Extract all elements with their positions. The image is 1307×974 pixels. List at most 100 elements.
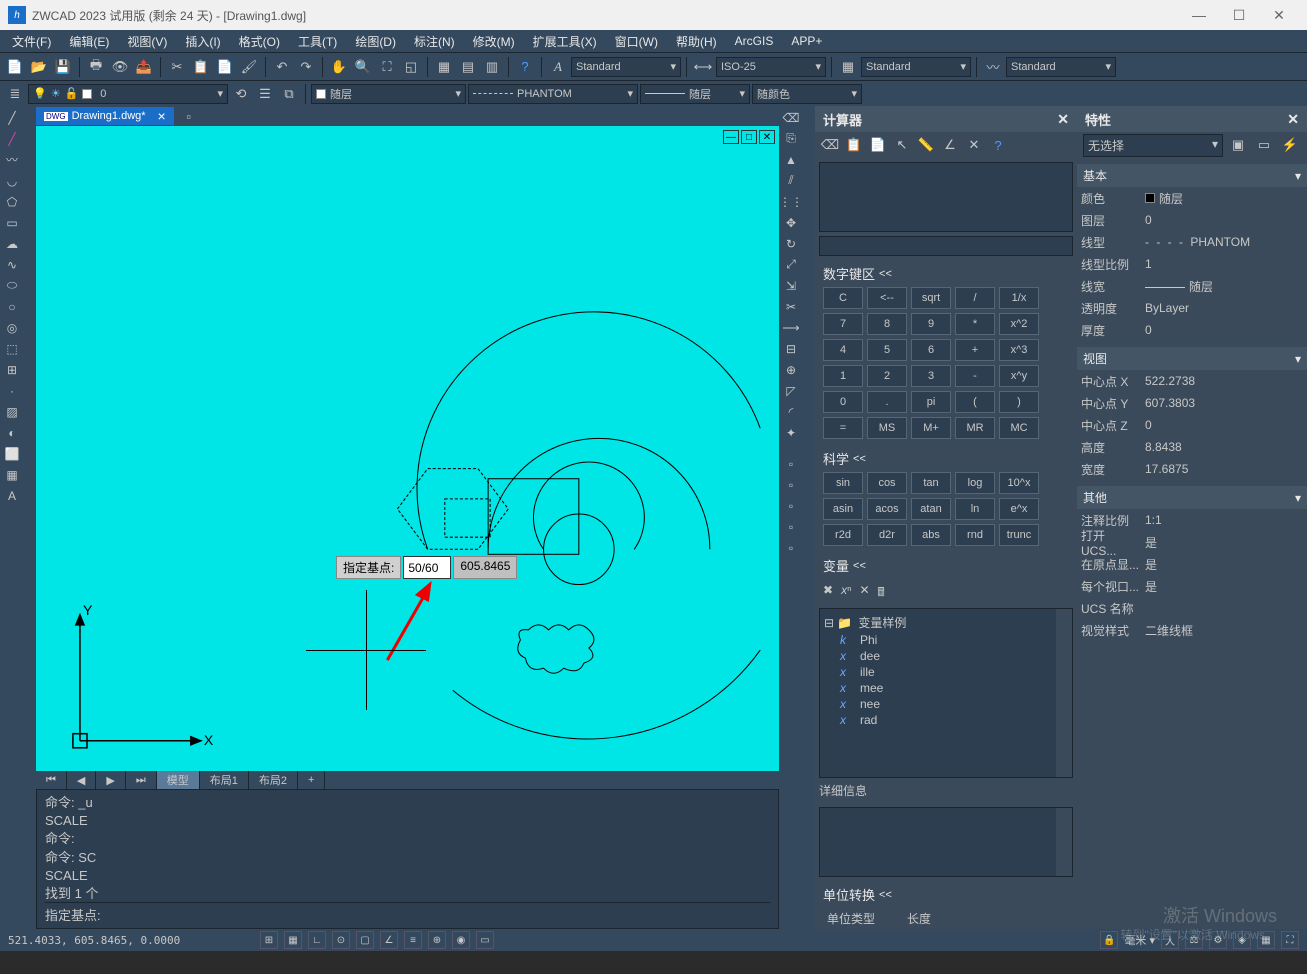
hatch-icon[interactable]: ▨ — [2, 402, 22, 421]
model-icon[interactable]: ▭ — [476, 931, 494, 949]
pan-icon[interactable]: ✋ — [328, 56, 350, 78]
key-1/x[interactable]: 1/x — [999, 287, 1039, 309]
props-header[interactable]: 特性 ✕ — [1077, 106, 1307, 132]
calc-help-icon[interactable]: ? — [987, 134, 1009, 156]
calc-getint-icon[interactable]: ✕ — [963, 134, 985, 156]
rect-icon[interactable]: ▭ — [2, 213, 22, 232]
selobj-icon[interactable]: ▭ — [1253, 134, 1275, 156]
cat-view[interactable]: 视图▾ — [1077, 347, 1307, 370]
point-icon[interactable]: · — [2, 381, 22, 400]
scikey-abs[interactable]: abs — [911, 524, 951, 546]
cut-icon[interactable]: ✂ — [166, 56, 188, 78]
var-tree[interactable]: ⊟ 📁变量样例 kPhixdeexillexmeexneexrad — [819, 608, 1073, 778]
tab-nav-next[interactable]: ▶ — [96, 771, 125, 789]
menu-file[interactable]: 文件(F) — [4, 31, 59, 52]
key-/[interactable]: / — [955, 287, 995, 309]
key-x^2[interactable]: x^2 — [999, 313, 1039, 335]
line-icon[interactable]: ╱ — [2, 108, 22, 127]
quicksel-icon[interactable]: ▣ — [1227, 134, 1249, 156]
tab-model[interactable]: 模型 — [157, 771, 200, 789]
calc-getdist-icon[interactable]: 📏 — [915, 134, 937, 156]
block-icon[interactable]: ⬚ — [2, 339, 22, 358]
menu-ext[interactable]: 扩展工具(X) — [525, 31, 605, 52]
var-del-icon[interactable]: ✕ — [859, 583, 869, 604]
pline-icon[interactable]: 〰 — [2, 150, 22, 169]
key-x^3[interactable]: x^3 — [999, 339, 1039, 361]
scikey-e^x[interactable]: e^x — [999, 498, 1039, 520]
linetype1-combo[interactable]: 随层▾ — [311, 84, 466, 104]
undo-icon[interactable]: ↶ — [271, 56, 293, 78]
command-line[interactable]: 指定基点: — [45, 902, 770, 924]
key-M+[interactable]: M+ — [911, 417, 951, 439]
scikey-10^x[interactable]: 10^x — [999, 472, 1039, 494]
extend-icon[interactable]: ⟶ — [781, 318, 801, 337]
arc-icon[interactable]: ◡ — [2, 171, 22, 190]
trim-icon[interactable]: ✂ — [781, 297, 801, 316]
publish-icon[interactable]: 📤 — [133, 56, 155, 78]
palette-icon[interactable]: ▥ — [481, 56, 503, 78]
zoom-ext-icon[interactable]: ⛶ — [376, 56, 398, 78]
layer-iso-icon[interactable]: ⧉ — [278, 83, 300, 105]
new-tab-icon[interactable]: ▫ — [178, 105, 200, 127]
table-icon[interactable]: ▦ — [2, 465, 22, 484]
scikey-r2d[interactable]: r2d — [823, 524, 863, 546]
zoom-win-icon[interactable]: ◱ — [400, 56, 422, 78]
scikey-ln[interactable]: ln — [955, 498, 995, 520]
key-1[interactable]: 1 — [823, 365, 863, 387]
var-mee[interactable]: xmee — [824, 680, 1068, 696]
menu-dim[interactable]: 标注(N) — [406, 31, 463, 52]
lineweight-combo[interactable]: 随层▾ — [640, 84, 750, 104]
layer-state-icon[interactable]: ☰ — [254, 83, 276, 105]
text-icon[interactable]: A — [2, 486, 22, 505]
xline-icon[interactable]: ╱ — [2, 129, 22, 148]
tool3-icon[interactable]: ▫ — [781, 496, 801, 515]
var-Phi[interactable]: kPhi — [824, 632, 1068, 648]
break-icon[interactable]: ⊟ — [781, 339, 801, 358]
key-2[interactable]: 2 — [867, 365, 907, 387]
key-x^y[interactable]: x^y — [999, 365, 1039, 387]
scikey-acos[interactable]: acos — [867, 498, 907, 520]
paste-icon[interactable]: 📄 — [214, 56, 236, 78]
tablestyle-icon[interactable]: ▦ — [837, 56, 859, 78]
gradient-icon[interactable]: ◐ — [2, 423, 22, 442]
key-9[interactable]: 9 — [911, 313, 951, 335]
key-7[interactable]: 7 — [823, 313, 863, 335]
menu-draw[interactable]: 绘图(D) — [347, 31, 404, 52]
cat-basic[interactable]: 基本▾ — [1077, 164, 1307, 187]
zoom-icon[interactable]: 🔍 — [352, 56, 374, 78]
key-MS[interactable]: MS — [867, 417, 907, 439]
grid-icon[interactable]: ▦ — [284, 931, 302, 949]
polar-icon[interactable]: ⊙ — [332, 931, 350, 949]
layer-mgr-icon[interactable]: ≣ — [4, 83, 26, 105]
tab-nav-first[interactable]: ⏮ — [36, 771, 67, 789]
key-pi[interactable]: pi — [911, 391, 951, 413]
tool5-icon[interactable]: ▫ — [781, 538, 801, 557]
scale-lock-icon[interactable]: 🔒 — [1100, 931, 1118, 949]
textstyle-icon[interactable]: A — [547, 56, 569, 78]
donut-icon[interactable]: ◎ — [2, 318, 22, 337]
file-tab[interactable]: DWG Drawing1.dwg* × — [36, 107, 174, 125]
props-close-icon[interactable]: ✕ — [1287, 111, 1299, 128]
key-5[interactable]: 5 — [867, 339, 907, 361]
layer-prev-icon[interactable]: ⟲ — [230, 83, 252, 105]
calc-header[interactable]: 计算器 ✕ — [815, 106, 1077, 132]
explode-icon[interactable]: ✦ — [781, 423, 801, 442]
detail-scrollbar[interactable] — [1056, 808, 1072, 876]
circle-icon[interactable]: ○ — [2, 297, 22, 316]
scikey-tan[interactable]: tan — [911, 472, 951, 494]
stretch-icon[interactable]: ⇲ — [781, 276, 801, 295]
mlstyle-combo[interactable]: Standard▾ — [1006, 57, 1116, 77]
calc-hist-icon[interactable]: 📋 — [843, 134, 865, 156]
key-.[interactable]: . — [867, 391, 907, 413]
key--[interactable]: - — [955, 365, 995, 387]
join-icon[interactable]: ⊕ — [781, 360, 801, 379]
sci-header[interactable]: 科学<< — [815, 445, 1077, 472]
fillet-icon[interactable]: ◜ — [781, 402, 801, 421]
tab-add[interactable]: + — [298, 771, 325, 789]
key-8[interactable]: 8 — [867, 313, 907, 335]
scikey-cos[interactable]: cos — [867, 472, 907, 494]
menu-insert[interactable]: 插入(I) — [177, 31, 228, 52]
key-6[interactable]: 6 — [911, 339, 951, 361]
ortho-icon[interactable]: ∟ — [308, 931, 326, 949]
copy2-icon[interactable]: ⎘ — [781, 129, 801, 148]
